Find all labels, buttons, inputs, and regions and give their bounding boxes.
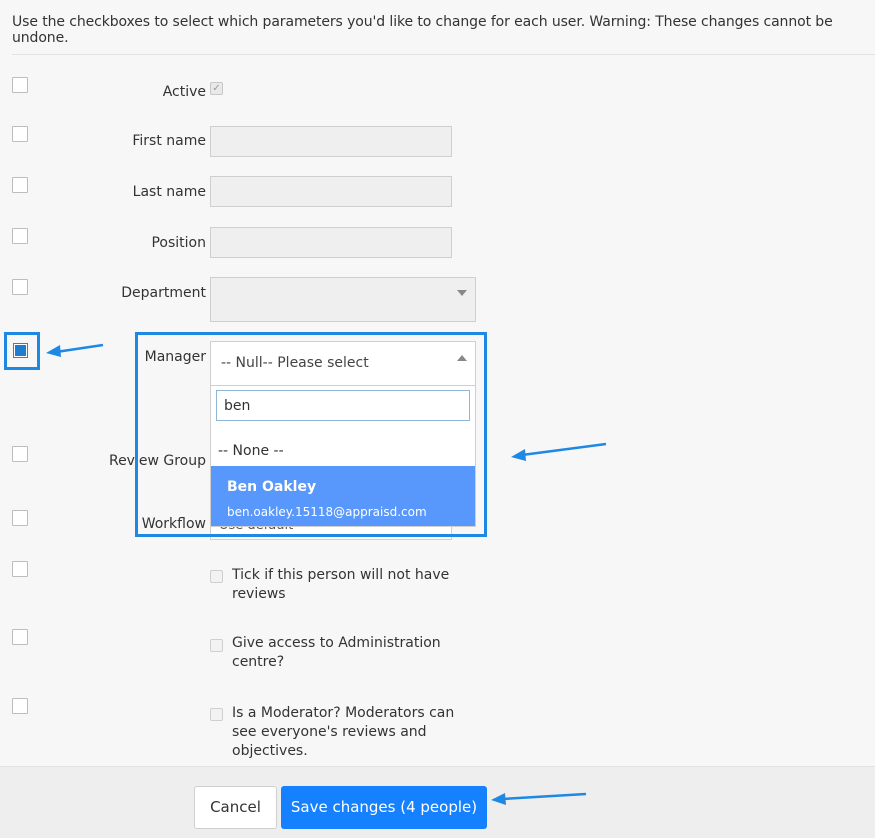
arrowhead-save (491, 793, 506, 805)
annotation-arrows (46, 343, 607, 805)
arrow-to-checkbox (55, 343, 104, 354)
arrowhead-dropdown (511, 449, 526, 461)
arrowhead-checkbox (46, 345, 61, 357)
arrow-to-save (501, 792, 587, 801)
arrow-to-dropdown (521, 442, 607, 457)
